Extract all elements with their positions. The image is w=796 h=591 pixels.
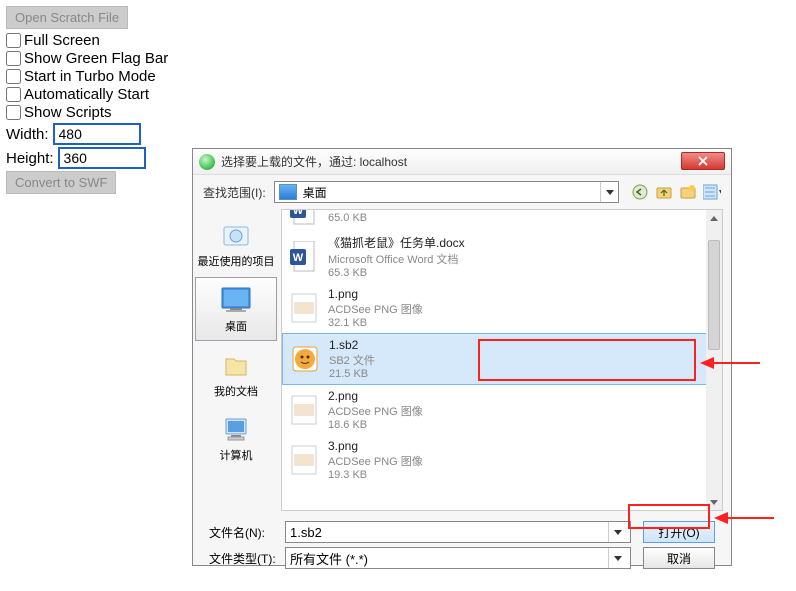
file-type: ACDSee PNG 图像: [328, 301, 423, 317]
checkbox-scripts[interactable]: [6, 105, 21, 120]
checkbox-turbo[interactable]: [6, 69, 21, 84]
new-folder-icon[interactable]: [679, 183, 697, 201]
convert-button[interactable]: Convert to SWF: [6, 171, 116, 194]
filetype-label: 文件类型(T):: [209, 550, 285, 567]
file-item[interactable]: 1.pngACDSee PNG 图像32.1 KB: [282, 283, 722, 333]
file-type: ACDSee PNG 图像: [328, 403, 423, 419]
desktop-icon: [220, 284, 252, 316]
sidebar-item-computer[interactable]: 计算机: [195, 407, 277, 469]
label-fullscreen: Full Screen: [24, 32, 100, 49]
documents-icon: [220, 349, 252, 381]
file-name: 《猫抓老鼠》任务单.docx: [328, 234, 465, 251]
filetype-field[interactable]: 所有文件 (*.*): [285, 547, 631, 569]
checkbox-autostart[interactable]: [6, 87, 21, 102]
height-label: Height:: [6, 150, 54, 167]
file-type: ACDSee PNG 图像: [328, 453, 423, 469]
dropdown-arrow-icon: [608, 548, 626, 568]
open-scratch-button[interactable]: Open Scratch File: [6, 6, 128, 29]
places-sidebar: 最近使用的项目 桌面 我的文档 计算机: [193, 207, 279, 511]
height-input[interactable]: [58, 147, 146, 169]
file-item-selected[interactable]: 1.sb2SB2 文件21.5 KB: [282, 333, 722, 385]
dropdown-arrow-icon: [600, 182, 618, 202]
file-item[interactable]: 2.pngACDSee PNG 图像18.6 KB: [282, 385, 722, 435]
scroll-down-icon[interactable]: [706, 494, 722, 510]
file-type: SB2 文件: [329, 352, 375, 368]
close-icon: [698, 156, 708, 166]
computer-icon: [220, 413, 252, 445]
file-item[interactable]: 3.pngACDSee PNG 图像19.3 KB: [282, 435, 722, 485]
sidebar-label: 我的文档: [214, 383, 258, 399]
close-button[interactable]: [681, 152, 725, 170]
file-size: 65.0 KB: [328, 212, 458, 224]
png-icon: [288, 394, 320, 426]
file-size: 65.3 KB: [328, 267, 465, 279]
dropdown-arrow-icon: [608, 522, 626, 542]
open-button[interactable]: 打开(O): [643, 521, 715, 543]
checkbox-greenflag[interactable]: [6, 51, 21, 66]
file-size: 19.3 KB: [328, 469, 423, 481]
file-size: 18.6 KB: [328, 419, 423, 431]
filename-value: 1.sb2: [290, 525, 322, 540]
file-name: 1.png: [328, 287, 423, 301]
file-size: 21.5 KB: [329, 368, 375, 380]
view-menu-icon[interactable]: [703, 183, 721, 201]
label-greenflag: Show Green Flag Bar: [24, 50, 168, 67]
sb2-icon: [289, 343, 321, 375]
recent-icon: [220, 219, 252, 251]
cancel-button[interactable]: 取消: [643, 547, 715, 569]
lookup-dropdown[interactable]: 桌面: [274, 181, 619, 203]
sidebar-item-desktop[interactable]: 桌面: [195, 277, 277, 341]
lookup-value: 桌面: [301, 184, 600, 201]
file-name: 3.png: [328, 439, 423, 453]
file-name: 2.png: [328, 389, 423, 403]
filename-field[interactable]: 1.sb2: [285, 521, 631, 543]
lookup-label: 查找范围(I):: [203, 184, 266, 201]
png-icon: [288, 444, 320, 476]
scrollbar[interactable]: [706, 210, 722, 510]
sidebar-item-documents[interactable]: 我的文档: [195, 343, 277, 405]
file-name: 1.sb2: [329, 338, 375, 352]
desktop-icon: [279, 184, 297, 200]
sidebar-label: 最近使用的项目: [198, 253, 275, 269]
width-input[interactable]: [53, 123, 141, 145]
word-doc-icon: W: [288, 209, 320, 226]
svg-text:W: W: [293, 252, 304, 264]
up-folder-icon[interactable]: [655, 183, 673, 201]
file-dialog: 选择要上载的文件，通过: localhost 查找范围(I): 桌面 最近使用的…: [192, 148, 732, 566]
filename-label: 文件名(N):: [209, 524, 285, 541]
checkbox-fullscreen[interactable]: [6, 33, 21, 48]
app-icon: [199, 154, 215, 170]
sidebar-label: 计算机: [220, 447, 253, 463]
sidebar-item-recent[interactable]: 最近使用的项目: [195, 213, 277, 275]
sidebar-label: 桌面: [225, 318, 247, 334]
width-label: Width:: [6, 126, 49, 143]
back-icon[interactable]: [631, 183, 649, 201]
label-autostart: Automatically Start: [24, 86, 149, 103]
scroll-thumb[interactable]: [708, 240, 720, 350]
png-icon: [288, 292, 320, 324]
titlebar: 选择要上载的文件，通过: localhost: [193, 149, 731, 175]
word-doc-icon: W: [288, 241, 320, 273]
file-item[interactable]: W 《猫抓老鼠》任务单.docxMicrosoft Office Word 文档…: [282, 230, 722, 283]
file-item[interactable]: W Microsoft Office Word 文档65.0 KB: [282, 209, 722, 230]
scroll-up-icon[interactable]: [706, 210, 722, 226]
file-type: Microsoft Office Word 文档: [328, 251, 465, 267]
svg-text:W: W: [293, 209, 304, 217]
file-size: 32.1 KB: [328, 317, 423, 329]
label-scripts: Show Scripts: [24, 104, 112, 121]
file-list[interactable]: W Microsoft Office Word 文档65.0 KB W 《猫抓老…: [281, 209, 723, 511]
filetype-value: 所有文件 (*.*): [290, 549, 368, 568]
label-turbo: Start in Turbo Mode: [24, 68, 156, 85]
dialog-title: 选择要上载的文件，通过: localhost: [221, 153, 407, 170]
